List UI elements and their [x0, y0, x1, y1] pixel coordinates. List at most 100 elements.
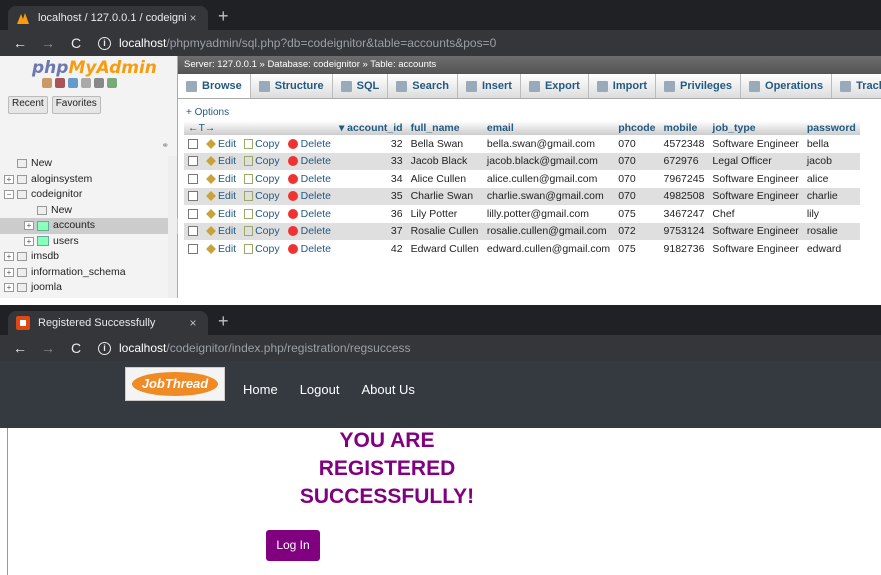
- url-field-2[interactable]: i localhost/codeignitor/index.php/regist…: [98, 341, 411, 355]
- nav-about-us[interactable]: About Us: [361, 382, 414, 397]
- info-icon[interactable]: i: [98, 36, 111, 50]
- tree-item-new[interactable]: New: [0, 203, 178, 219]
- breadcrumb[interactable]: Server: 127.0.0.1 » Database: codeignito…: [178, 56, 881, 74]
- nav-home[interactable]: Home: [243, 382, 278, 397]
- tab-browse[interactable]: Browse: [178, 74, 251, 98]
- expand-icon[interactable]: +: [24, 236, 34, 246]
- column-header-phcode[interactable]: phcode: [614, 121, 660, 135]
- copy-link[interactable]: Copy: [240, 222, 284, 240]
- success-message: YOU ARE REGISTERED SUCCESSFULLY!: [299, 429, 475, 508]
- copy-link[interactable]: Copy: [240, 187, 284, 205]
- expand-icon[interactable]: +: [24, 221, 34, 231]
- edit-link[interactable]: Edit: [202, 222, 241, 240]
- copy-link[interactable]: Copy: [240, 152, 284, 170]
- browser-tab-phpmyadmin[interactable]: localhost / 127.0.0.1 / codeignito ×: [8, 6, 208, 30]
- nav-logout[interactable]: Logout: [300, 382, 340, 397]
- expand-icon[interactable]: −: [4, 190, 14, 200]
- settings-gear-icon[interactable]: [94, 78, 104, 88]
- back-icon[interactable]: ←: [10, 340, 30, 356]
- copy-link[interactable]: Copy: [240, 135, 284, 153]
- row-checkbox[interactable]: [188, 138, 198, 149]
- row-checkbox[interactable]: [188, 156, 198, 167]
- tab-export[interactable]: Export: [521, 74, 589, 98]
- tab-sql[interactable]: SQL: [333, 74, 389, 98]
- options-link[interactable]: + Options: [178, 105, 881, 121]
- expand-icon[interactable]: +: [4, 252, 14, 262]
- sort-arrows-icon[interactable]: ←T→: [184, 121, 335, 135]
- edit-link[interactable]: Edit: [202, 205, 241, 223]
- recent-tab[interactable]: Recent: [8, 96, 48, 114]
- browser-tab-registered[interactable]: Registered Successfully ×: [8, 311, 208, 335]
- logout-icon[interactable]: [55, 78, 65, 88]
- forward-icon[interactable]: →: [38, 35, 58, 51]
- column-header-mobile[interactable]: mobile: [659, 121, 709, 135]
- new-tab-icon[interactable]: +: [218, 311, 229, 331]
- column-header-job-type[interactable]: job_type: [708, 121, 803, 135]
- url-field[interactable]: i localhost/phpmyadmin/sql.php?db=codeig…: [98, 36, 496, 50]
- row-checkbox[interactable]: [188, 173, 198, 184]
- row-checkbox[interactable]: [188, 191, 198, 202]
- tree-item-imsdb[interactable]: + imsdb: [0, 249, 178, 265]
- tab-operations[interactable]: Operations: [741, 74, 833, 98]
- tree-item-information-schema[interactable]: + information_schema: [0, 265, 178, 281]
- delete-link[interactable]: Delete: [283, 205, 335, 223]
- copy-link[interactable]: Copy: [240, 240, 284, 258]
- row-checkbox[interactable]: [188, 208, 198, 219]
- expand-icon[interactable]: +: [4, 267, 14, 277]
- row-checkbox[interactable]: [188, 243, 198, 254]
- browser-window-phpmyadmin: localhost / 127.0.0.1 / codeignito × + ←…: [0, 0, 881, 300]
- help-icon[interactable]: [68, 78, 78, 88]
- close-tab-icon[interactable]: ×: [186, 11, 200, 25]
- delete-link[interactable]: Delete: [283, 152, 335, 170]
- delete-link[interactable]: Delete: [283, 240, 335, 258]
- edit-link[interactable]: Edit: [202, 240, 241, 258]
- nav-scrollbar[interactable]: [168, 156, 177, 298]
- tab-structure[interactable]: Structure: [251, 74, 333, 98]
- tree-item-codeignitor[interactable]: − codeignitor: [0, 187, 178, 203]
- home-icon[interactable]: [42, 78, 52, 88]
- tab-privileges[interactable]: Privileges: [656, 74, 742, 98]
- tab-tracki[interactable]: Tracki: [832, 74, 881, 98]
- column-header-email[interactable]: email: [482, 121, 615, 135]
- back-icon[interactable]: ←: [10, 35, 30, 51]
- column-header-full-name[interactable]: full_name: [406, 121, 483, 135]
- tab-insert[interactable]: Insert: [458, 74, 521, 98]
- delete-link[interactable]: Delete: [283, 170, 335, 188]
- new-tab-icon[interactable]: +: [218, 6, 229, 26]
- reload-icon[interactable]: C: [66, 35, 86, 51]
- column-header-password[interactable]: password: [802, 121, 860, 135]
- login-button[interactable]: Log In: [266, 530, 320, 561]
- tree-item-new[interactable]: New: [0, 156, 178, 172]
- jobthread-logo[interactable]: JobThread: [125, 367, 225, 401]
- edit-link[interactable]: Edit: [202, 135, 241, 153]
- row-checkbox[interactable]: [188, 226, 198, 237]
- copy-link[interactable]: Copy: [240, 205, 284, 223]
- copy-link[interactable]: Copy: [240, 170, 284, 188]
- tree-item-joomla[interactable]: + joomla: [0, 280, 178, 296]
- delete-link[interactable]: Delete: [283, 187, 335, 205]
- edit-link[interactable]: Edit: [202, 187, 241, 205]
- collapse-link-icon[interactable]: ⚭: [161, 140, 169, 151]
- delete-link[interactable]: Delete: [283, 135, 335, 153]
- reload-nav-icon[interactable]: [107, 78, 117, 88]
- tree-item-users[interactable]: + users: [0, 234, 178, 250]
- tab-search[interactable]: Search: [388, 74, 458, 98]
- expand-icon[interactable]: +: [4, 283, 14, 293]
- expand-icon[interactable]: +: [4, 174, 14, 184]
- edit-link[interactable]: Edit: [202, 152, 241, 170]
- info-icon[interactable]: i: [98, 341, 111, 355]
- cell-account-id: 33: [334, 152, 407, 170]
- tree-item-accounts[interactable]: + accounts: [0, 218, 178, 234]
- close-tab-icon[interactable]: ×: [186, 316, 200, 330]
- tab-import[interactable]: Import: [589, 74, 657, 98]
- tree-item-aloginsystem[interactable]: + aloginsystem: [0, 172, 178, 188]
- phpmyadmin-logo[interactable]: phpMyAdmin: [0, 56, 177, 78]
- edit-link[interactable]: Edit: [202, 170, 241, 188]
- reload-icon[interactable]: C: [66, 340, 86, 356]
- tab-label: SQL: [356, 80, 380, 92]
- delete-link[interactable]: Delete: [283, 222, 335, 240]
- forward-icon[interactable]: →: [38, 340, 58, 356]
- column-header-account-id[interactable]: ▾ account_id: [334, 121, 407, 135]
- docs-icon[interactable]: [81, 78, 91, 88]
- favorites-tab[interactable]: Favorites: [51, 96, 101, 114]
